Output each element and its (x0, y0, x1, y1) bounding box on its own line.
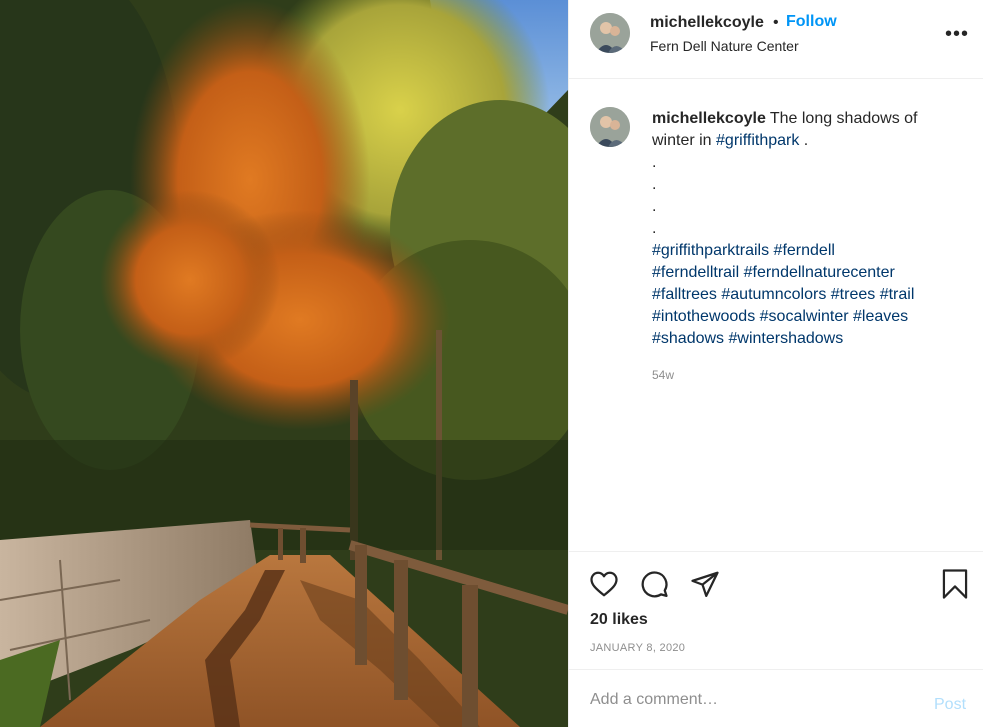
hashtag[interactable]: #griffithparktrails (652, 242, 769, 259)
post-comment-button[interactable]: Post (934, 696, 966, 714)
hashtag[interactable]: #trail (880, 286, 915, 303)
caption-dot: . (652, 154, 657, 171)
comments-area: michellekcoyle The long shadows of winter… (569, 80, 983, 550)
post-photo[interactable] (0, 0, 568, 727)
hashtag[interactable]: #leaves (853, 308, 908, 325)
username-link[interactable]: michellekcoyle (650, 14, 764, 32)
separator-dot: • (773, 14, 779, 31)
hashtag[interactable]: #ferndelltrail (652, 264, 739, 281)
caption-dot: . (652, 176, 657, 193)
caption-username[interactable]: michellekcoyle (652, 110, 766, 127)
hashtag[interactable]: #intothewoods (652, 308, 755, 325)
trail-photo (0, 0, 568, 727)
action-bar: 20 likes JANUARY 8, 2020 (569, 551, 983, 669)
avatar-image (590, 107, 630, 147)
post-caption: michellekcoyle The long shadows of winter… (652, 108, 964, 350)
hashtag[interactable]: #ferndell (774, 242, 835, 259)
caption-dot: . (652, 220, 657, 237)
comment-icon[interactable] (639, 569, 669, 599)
hashtag[interactable]: #autumncolors (721, 286, 826, 303)
caption-avatar[interactable] (590, 107, 630, 147)
hashtag[interactable]: #shadows (652, 330, 724, 347)
post-date[interactable]: JANUARY 8, 2020 (590, 642, 685, 654)
caption-dot: . (652, 198, 657, 215)
post-header: michellekcoyle • Follow Fern Dell Nature… (569, 0, 983, 79)
comment-form: Post (569, 669, 983, 727)
hashtag[interactable]: #falltrees (652, 286, 717, 303)
hashtag[interactable]: #trees (831, 286, 875, 303)
heart-icon[interactable] (589, 569, 619, 599)
hashtag[interactable]: #wintershadows (729, 330, 844, 347)
hashtag[interactable]: #ferndellnaturecenter (744, 264, 895, 281)
location-link[interactable]: Fern Dell Nature Center (650, 38, 799, 54)
post-side-panel: michellekcoyle • Follow Fern Dell Nature… (568, 0, 983, 727)
follow-button[interactable]: Follow (786, 13, 837, 31)
hashtag[interactable]: #socalwinter (760, 308, 849, 325)
hashtag[interactable]: #griffithpark (716, 132, 799, 149)
comment-input[interactable] (590, 688, 910, 712)
more-options-icon[interactable]: ••• (943, 24, 971, 44)
likes-count[interactable]: 20 likes (590, 611, 648, 629)
comment-timestamp[interactable]: 54w (652, 368, 674, 382)
bookmark-icon[interactable] (940, 568, 970, 600)
avatar-image (590, 13, 630, 53)
avatar[interactable] (590, 13, 630, 53)
caption-period: . (803, 132, 809, 149)
paper-plane-icon[interactable] (690, 569, 720, 599)
